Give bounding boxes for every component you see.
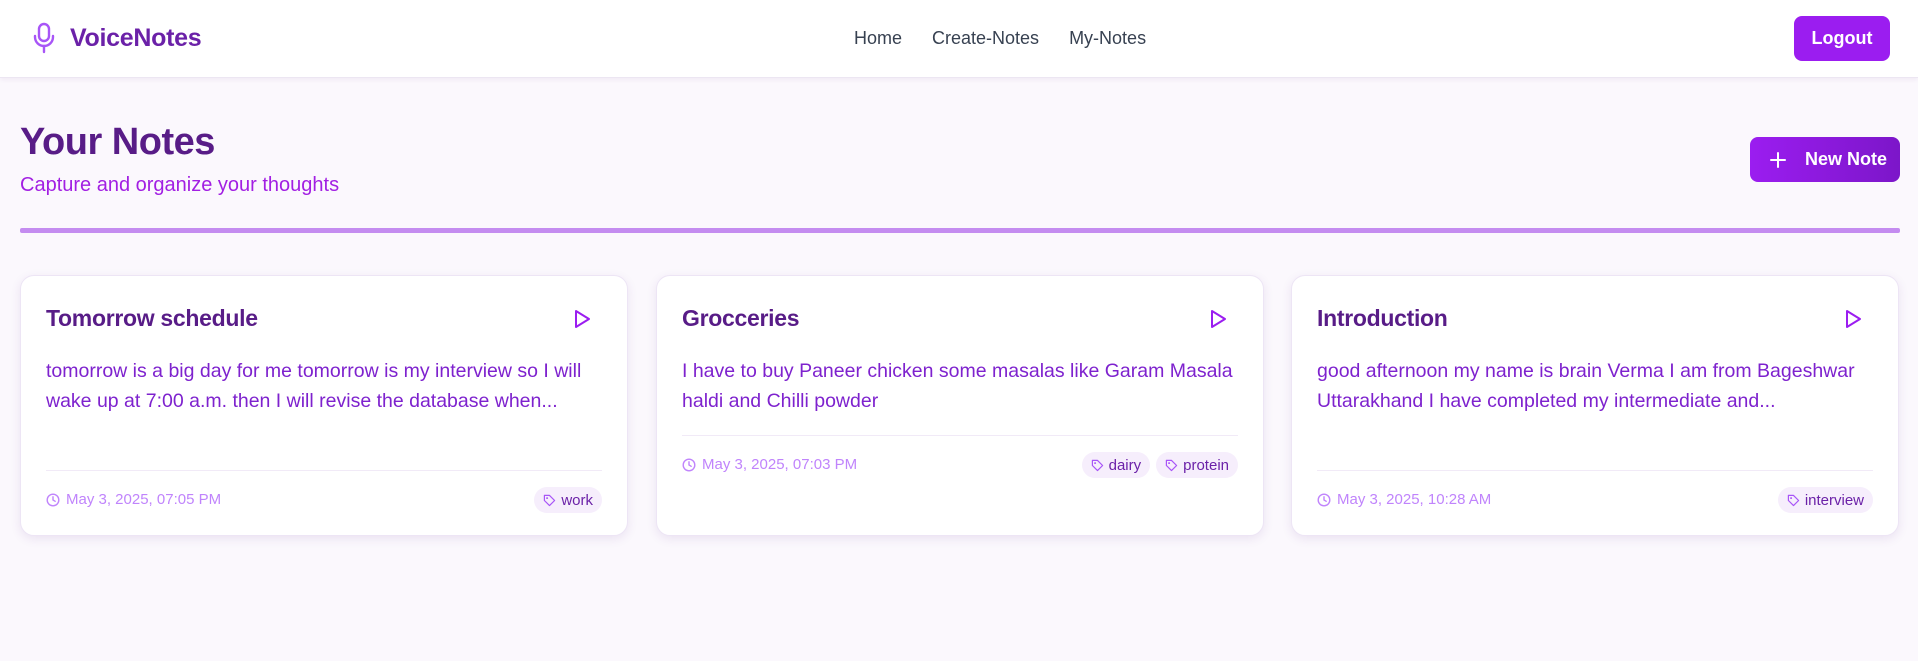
note-title: Tomorrow schedule — [46, 305, 258, 331]
note-tags: dairy protein — [1076, 452, 1238, 478]
note-footer: May 3, 2025, 07:03 PM dairy protein — [682, 435, 1238, 478]
play-icon[interactable] — [1209, 309, 1227, 329]
note-footer: May 3, 2025, 07:05 PM work — [46, 470, 602, 513]
tag-badge[interactable]: work — [534, 487, 602, 513]
clock-icon — [682, 457, 696, 472]
header-divider — [20, 228, 1900, 233]
nav-link-my-notes[interactable]: My-Notes — [1069, 28, 1146, 49]
note-date: May 3, 2025, 10:28 AM — [1317, 491, 1491, 508]
microphone-icon — [33, 22, 55, 54]
note-date-text: May 3, 2025, 10:28 AM — [1337, 491, 1492, 508]
note-card[interactable]: Grocceries I have to buy Paneer chicken … — [656, 275, 1264, 536]
note-title: Grocceries — [682, 305, 800, 331]
note-tags: interview — [1772, 487, 1873, 513]
note-body: I have to buy Paneer chicken some masala… — [682, 360, 1233, 412]
logout-button[interactable]: Logout — [1794, 16, 1890, 61]
note-tags: work — [528, 487, 602, 513]
play-icon[interactable] — [573, 309, 591, 329]
tag-label: interview — [1804, 491, 1864, 509]
note-body: good afternoon my name is brain Verma I … — [1317, 360, 1855, 412]
tag-label: protein — [1183, 456, 1229, 474]
clock-icon — [46, 492, 60, 507]
tag-label: work — [561, 491, 593, 509]
navbar: VoiceNotes Home Create-Notes My-Notes Lo… — [0, 0, 1918, 78]
note-card[interactable]: Tomorrow schedule tomorrow is a big day … — [20, 275, 628, 536]
new-note-button[interactable]: New Note — [1750, 137, 1900, 182]
tag-icon — [1787, 494, 1800, 506]
tag-badge[interactable]: protein — [1156, 452, 1238, 478]
tag-label: dairy — [1108, 456, 1142, 474]
note-date: May 3, 2025, 07:05 PM — [46, 491, 221, 508]
note-title: Introduction — [1317, 305, 1448, 331]
nav-link-home[interactable]: Home — [854, 28, 902, 49]
plus-icon — [1770, 151, 1786, 168]
new-note-label: New Note — [1805, 149, 1888, 169]
note-body: tomorrow is a big day for me tomorrow is… — [46, 360, 582, 412]
nav-link-create-notes[interactable]: Create-Notes — [932, 28, 1039, 49]
page-subtitle: Capture and organize your thoughts — [20, 174, 340, 196]
play-icon[interactable] — [1844, 309, 1862, 329]
tag-icon — [544, 494, 556, 506]
note-date: May 3, 2025, 07:03 PM — [682, 456, 857, 473]
note-date-text: May 3, 2025, 07:03 PM — [702, 456, 858, 473]
note-footer: May 3, 2025, 10:28 AM interview — [1317, 470, 1873, 513]
nav-links: Home Create-Notes My-Notes — [854, 28, 1176, 49]
tag-icon — [1091, 459, 1103, 471]
tag-badge[interactable]: dairy — [1081, 452, 1151, 478]
page-title: Your Notes — [20, 121, 215, 163]
note-card[interactable]: Introduction good afternoon my name is b… — [1291, 275, 1899, 536]
tag-icon — [1165, 459, 1178, 471]
brand-name: VoiceNotes — [70, 23, 202, 52]
clock-icon — [1317, 492, 1331, 507]
note-date-text: May 3, 2025, 07:05 PM — [66, 491, 222, 508]
brand[interactable]: VoiceNotes — [32, 22, 202, 54]
tag-badge[interactable]: interview — [1777, 487, 1873, 513]
